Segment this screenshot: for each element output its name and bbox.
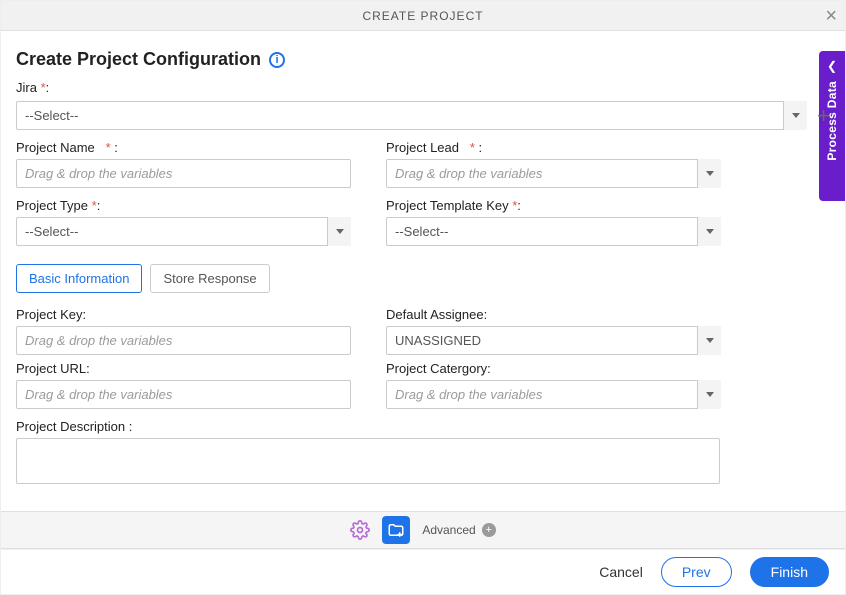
- project-lead-select[interactable]: [386, 159, 721, 188]
- project-lead-caret[interactable]: [697, 159, 721, 188]
- form-area: Jira *: --Select-- + Project Name * :: [16, 80, 830, 484]
- field-default-assignee: Default Assignee: UNASSIGNED: [386, 307, 721, 355]
- project-lead-label: Project Lead * :: [386, 140, 721, 155]
- page-title: Create Project Configuration: [16, 49, 261, 70]
- field-project-description: Project Description :: [16, 419, 720, 484]
- caret-down-icon: [706, 229, 714, 234]
- project-type-select[interactable]: --Select--: [16, 217, 351, 246]
- caret-down-icon: [792, 113, 800, 118]
- field-project-url: Project URL:: [16, 361, 351, 409]
- project-name-label: Project Name * :: [16, 140, 351, 155]
- template-key-caret[interactable]: [697, 217, 721, 246]
- project-type-label-text: Project Type: [16, 198, 88, 213]
- folder-add-button[interactable]: [382, 516, 410, 544]
- jira-select-caret[interactable]: [783, 101, 807, 130]
- plus-circle-icon: +: [482, 523, 496, 537]
- project-category-caret[interactable]: [697, 380, 721, 409]
- caret-down-icon: [706, 171, 714, 176]
- required-asterisk: *: [463, 140, 475, 155]
- project-key-label: Project Key:: [16, 307, 351, 322]
- row-url-category: Project URL: Project Catergory:: [16, 361, 830, 409]
- project-lead-input[interactable]: [386, 159, 721, 188]
- gear-icon[interactable]: [350, 520, 370, 540]
- cancel-button[interactable]: Cancel: [599, 564, 643, 580]
- info-icon[interactable]: i: [269, 52, 285, 68]
- required-asterisk: *: [98, 140, 110, 155]
- dialog-header: CREATE PROJECT ×: [1, 1, 845, 31]
- project-lead-label-text: Project Lead: [386, 140, 459, 155]
- field-project-name: Project Name * :: [16, 140, 351, 188]
- caret-down-icon: [706, 392, 714, 397]
- required-asterisk: *: [512, 198, 517, 213]
- dialog-create-project: CREATE PROJECT × ❮ Process Data Create P…: [0, 0, 846, 595]
- dialog-content: Create Project Configuration i Jira *: -…: [1, 31, 845, 484]
- template-key-value: --Select--: [386, 217, 721, 246]
- prev-button[interactable]: Prev: [661, 557, 732, 587]
- field-project-type: Project Type *: --Select--: [16, 198, 351, 246]
- add-jira-button[interactable]: +: [817, 105, 830, 127]
- jira-row: --Select-- +: [16, 101, 830, 130]
- jira-label: Jira *:: [16, 80, 830, 95]
- tab-store-response[interactable]: Store Response: [150, 264, 269, 293]
- project-description-input[interactable]: [16, 438, 720, 484]
- template-key-label: Project Template Key *:: [386, 198, 721, 213]
- required-asterisk: *: [92, 198, 97, 213]
- close-icon[interactable]: ×: [825, 5, 837, 28]
- project-type-label: Project Type *:: [16, 198, 351, 213]
- caret-down-icon: [706, 338, 714, 343]
- field-project-key: Project Key:: [16, 307, 351, 355]
- dialog-footer: Cancel Prev Finish: [1, 549, 845, 594]
- field-project-lead: Project Lead * :: [386, 140, 721, 188]
- template-key-label-text: Project Template Key: [386, 198, 509, 213]
- project-description-label: Project Description :: [16, 419, 720, 434]
- default-assignee-select[interactable]: UNASSIGNED: [386, 326, 721, 355]
- required-asterisk: *: [41, 80, 46, 95]
- default-assignee-label: Default Assignee:: [386, 307, 721, 322]
- finish-button[interactable]: Finish: [750, 557, 829, 587]
- row-name-lead: Project Name * : Project Lead * :: [16, 140, 830, 188]
- advanced-toggle[interactable]: Advanced +: [422, 523, 495, 537]
- project-category-input[interactable]: [386, 380, 721, 409]
- project-url-label: Project URL:: [16, 361, 351, 376]
- project-type-value: --Select--: [16, 217, 351, 246]
- default-assignee-caret[interactable]: [697, 326, 721, 355]
- dialog-title: CREATE PROJECT: [362, 9, 483, 23]
- project-category-select[interactable]: [386, 380, 721, 409]
- jira-label-text: Jira: [16, 80, 37, 95]
- project-type-caret[interactable]: [327, 217, 351, 246]
- field-template-key: Project Template Key *: --Select--: [386, 198, 721, 246]
- page-title-row: Create Project Configuration i: [16, 49, 830, 70]
- project-name-label-text: Project Name: [16, 140, 95, 155]
- template-key-select[interactable]: --Select--: [386, 217, 721, 246]
- row-type-template: Project Type *: --Select-- Project Templ…: [16, 198, 830, 246]
- tab-bar: Basic Information Store Response: [16, 264, 830, 293]
- jira-select-value: --Select--: [16, 101, 807, 130]
- project-name-input[interactable]: [16, 159, 351, 188]
- caret-down-icon: [336, 229, 344, 234]
- row-key-assignee: Project Key: Default Assignee: UNASSIGNE…: [16, 307, 830, 355]
- jira-select[interactable]: --Select--: [16, 101, 807, 130]
- project-url-input[interactable]: [16, 380, 351, 409]
- bottom-toolbar: Advanced +: [1, 511, 845, 549]
- project-key-input[interactable]: [16, 326, 351, 355]
- advanced-label: Advanced: [422, 523, 475, 537]
- default-assignee-value: UNASSIGNED: [386, 326, 721, 355]
- project-category-label: Project Catergory:: [386, 361, 721, 376]
- field-project-category: Project Catergory:: [386, 361, 721, 409]
- tab-basic-information[interactable]: Basic Information: [16, 264, 142, 293]
